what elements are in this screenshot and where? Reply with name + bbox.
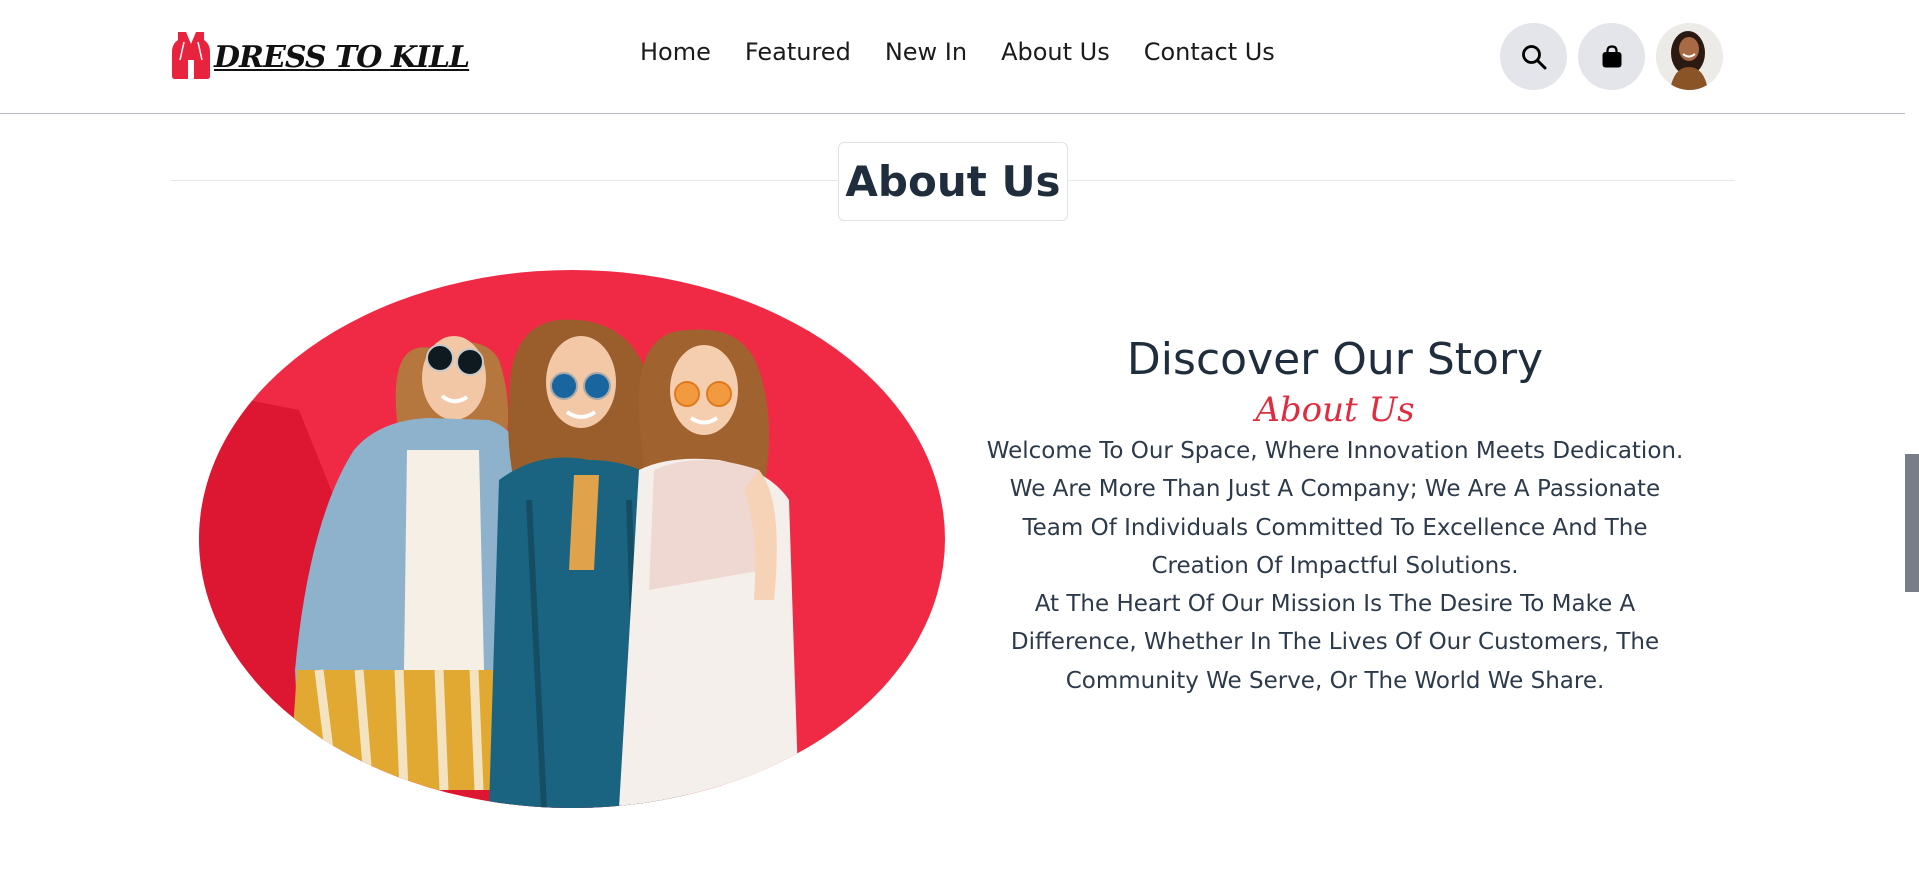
- story-line: Team Of Individuals Committed To Excelle…: [1022, 514, 1648, 541]
- nav-contact-us[interactable]: Contact Us: [1144, 38, 1275, 66]
- nav-featured[interactable]: Featured: [745, 38, 851, 66]
- search-button[interactable]: [1500, 23, 1567, 90]
- story-line: At The Heart Of Our Mission Is The Desir…: [1034, 591, 1636, 618]
- brand-name: DRESS TO KILL: [214, 39, 470, 75]
- story-line: Difference, Whether In The Lives Of Our …: [1010, 629, 1660, 656]
- search-icon: [1521, 44, 1546, 69]
- page-title: About Us: [845, 157, 1061, 206]
- page-scrollbar-thumb[interactable]: [1905, 454, 1919, 592]
- story-line: We Are More Than Just A Company; We Are …: [1009, 476, 1661, 503]
- story-line: Welcome To Our Space, Where Innovation M…: [986, 438, 1684, 464]
- section-title-box: About Us: [838, 142, 1068, 221]
- vest-logo-icon: [172, 32, 210, 79]
- story-heading: Discover Our Story: [1126, 334, 1544, 385]
- nav-about-us[interactable]: About Us: [1001, 38, 1110, 66]
- shopping-bag-icon: [1602, 44, 1621, 67]
- page-scrollbar-track[interactable]: [1905, 0, 1919, 884]
- about-story: Discover Our Story About Us Welcome To O…: [955, 330, 1715, 700]
- site-header: DRESS TO KILL Home Featured New In About…: [0, 0, 1905, 114]
- avatar[interactable]: [1656, 23, 1723, 90]
- main-nav: Home Featured New In About Us Contact Us: [640, 38, 1309, 66]
- nav-new-in[interactable]: New In: [885, 38, 967, 66]
- nav-home[interactable]: Home: [640, 38, 711, 66]
- cart-button[interactable]: [1578, 23, 1645, 90]
- story-subheading: About Us: [1255, 390, 1415, 430]
- story-line: Community We Serve, Or The World We Shar…: [1065, 667, 1605, 694]
- story-line: Creation Of Impactful Solutions.: [1151, 552, 1519, 579]
- hero-image: [199, 270, 945, 808]
- user-photo-icon: [1656, 23, 1723, 90]
- brand-logo[interactable]: DRESS TO KILL: [170, 30, 470, 80]
